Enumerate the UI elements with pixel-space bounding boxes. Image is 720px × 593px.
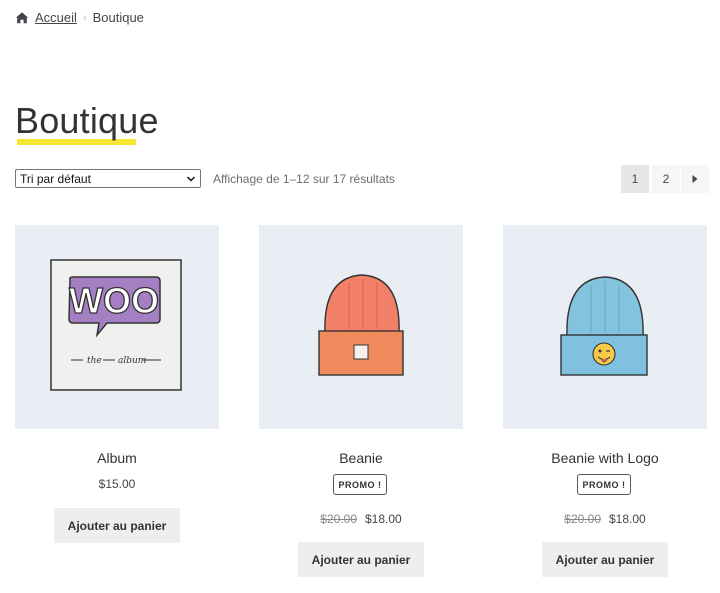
- svg-text:WOO: WOO: [69, 280, 159, 321]
- old-price: $20.00: [564, 512, 601, 526]
- page-title: Boutique: [15, 100, 159, 141]
- product-name[interactable]: Album: [15, 450, 219, 466]
- chevron-down-icon: [186, 175, 196, 182]
- svg-text:album: album: [118, 356, 146, 366]
- breadcrumb-current: Boutique: [90, 10, 147, 28]
- sort-select[interactable]: Tri par défaut: [15, 169, 201, 188]
- product-price: $15.00: [98, 477, 136, 491]
- sort-selected-value: Tri par défaut: [20, 171, 91, 186]
- promo-badge: PROMO !: [333, 474, 387, 495]
- product-price: $20.00 $18.00: [259, 512, 463, 526]
- product-card-album: WOO the album Album $15.00 Ajouter au pa…: [15, 225, 219, 543]
- product-name[interactable]: Beanie: [259, 450, 463, 466]
- product-image[interactable]: [259, 225, 463, 429]
- promo-badge: PROMO !: [577, 474, 631, 495]
- sale-price: $18.00: [365, 512, 402, 526]
- breadcrumb-home-link[interactable]: Accueil: [35, 10, 77, 25]
- blue-beanie-logo-illustration: [560, 276, 648, 376]
- woo-album-illustration: WOO the album: [50, 259, 182, 391]
- breadcrumb-separator: ›: [82, 11, 87, 24]
- product-image[interactable]: [503, 225, 707, 429]
- product-price: $20.00 $18.00: [503, 512, 707, 526]
- product-card-beanie: Beanie PROMO ! $20.00 $18.00 Ajouter au p…: [259, 225, 463, 577]
- next-page-button[interactable]: [681, 165, 709, 193]
- product-name[interactable]: Beanie with Logo: [503, 450, 707, 466]
- sale-price: $18.00: [609, 512, 646, 526]
- product-image[interactable]: WOO the album: [15, 225, 219, 429]
- home-icon: [15, 11, 29, 23]
- result-count: Affichage de 1–12 sur 17 résultats: [213, 172, 395, 186]
- add-to-cart-button[interactable]: Ajouter au panier: [54, 508, 180, 543]
- orange-beanie-illustration: [318, 274, 404, 376]
- add-to-cart-button[interactable]: Ajouter au panier: [542, 542, 668, 577]
- add-to-cart-button[interactable]: Ajouter au panier: [298, 542, 424, 577]
- product-card-beanie-with-logo: Beanie with Logo PROMO ! $20.00 $18.00 Aj…: [503, 225, 707, 577]
- caret-right-icon: [692, 175, 698, 183]
- page-1: 1: [621, 165, 649, 193]
- svg-text:the: the: [87, 356, 102, 366]
- breadcrumb: Accueil › Boutique: [15, 10, 147, 28]
- page-2[interactable]: 2: [652, 165, 680, 193]
- old-price: $20.00: [320, 512, 357, 526]
